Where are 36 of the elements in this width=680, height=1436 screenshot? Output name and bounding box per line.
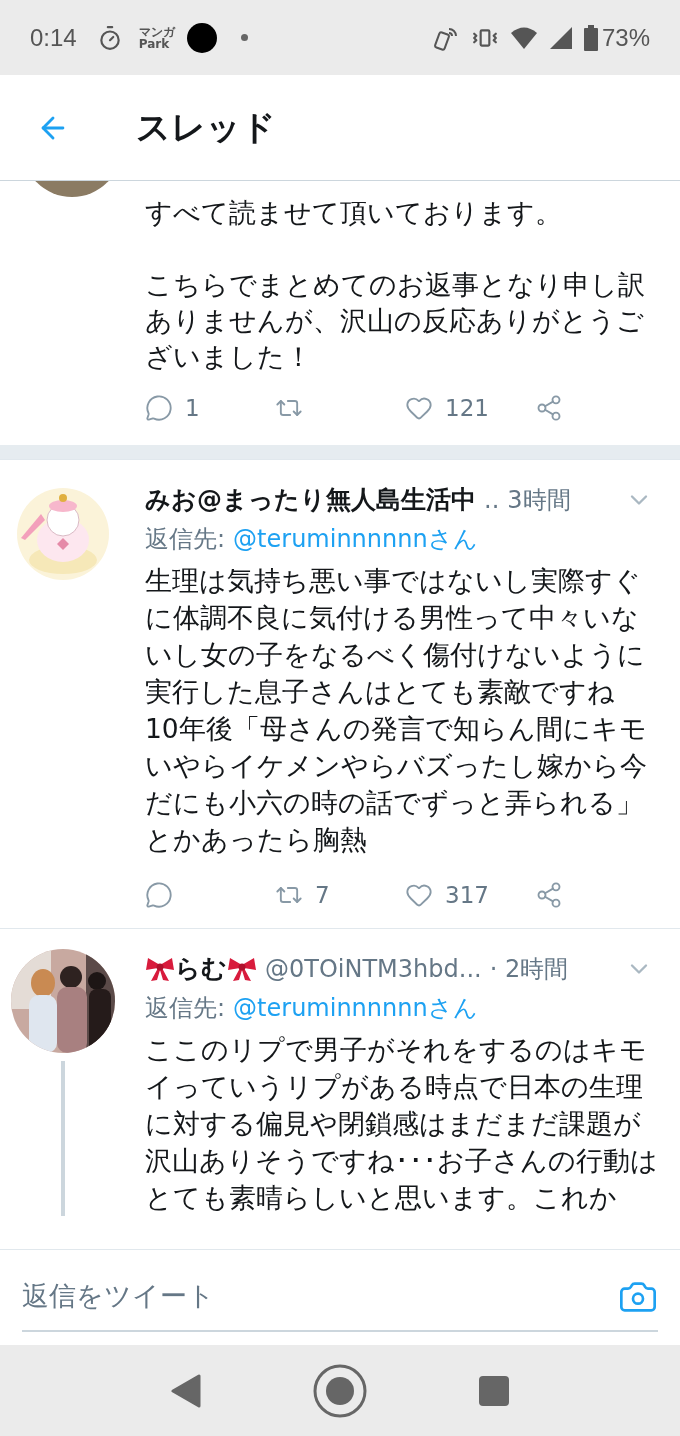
share-icon[interactable] xyxy=(535,394,563,422)
tweet-text: すべて読ませて頂いております。 xyxy=(145,196,563,230)
app-label: マンガ xyxy=(138,25,175,38)
ribbon-icon xyxy=(227,956,257,982)
battery-icon xyxy=(583,24,598,51)
battery-percent: 73% xyxy=(601,22,650,53)
count: 7 xyxy=(315,880,330,910)
tweet-time: 3時間 xyxy=(507,485,571,516)
user-handle: .. xyxy=(484,485,500,516)
signal-icon xyxy=(549,26,572,49)
reply-field[interactable]: 返信をツイート xyxy=(22,1263,658,1332)
header-title: スレッド xyxy=(136,106,276,149)
reply-icon[interactable] xyxy=(145,881,173,909)
tweet-text: ここのリプで男子がそれをするのはキモイっていうリプがある時点で日本の生理に対する偏見や閉鎖感はまだまだ課題が沢山ありそうですね･･･お子さんの行動はとても素晴らしいと思います。これか xyxy=(145,1033,659,1215)
tweet-text: 生理は気持ち悪い事ではないし実際すぐに体調不良に気付ける男性って中々いないし女の子をなるべく傷付けないように実行した息子さんはとても素敵ですね xyxy=(145,564,646,709)
back-nav-icon[interactable] xyxy=(171,1373,201,1408)
tweet-text: 10年後「母さんの発言で知らん間にキモいやらイケメンやらバズったし嫁から今だにも小六の時の話でずっと弄られる」とかあったら胸熱 xyxy=(145,712,648,857)
recents-nav-icon[interactable] xyxy=(479,1375,509,1406)
reply-label: 返信先: xyxy=(145,993,226,1024)
count: 317 xyxy=(445,880,489,910)
reply-icon[interactable] xyxy=(145,394,173,422)
clock: 0:14 xyxy=(30,22,77,53)
app-label: Park xyxy=(138,37,170,50)
share-icon[interactable] xyxy=(535,881,563,909)
reply-input[interactable]: 返信をツイート xyxy=(22,1276,618,1317)
reply-label: 返信先: xyxy=(145,524,226,555)
count: 121 xyxy=(445,393,489,423)
tweet-text: こちらでまとめてのお返事となり申し訳ありませんが、沢山の反応ありがとうございました！ xyxy=(145,268,646,374)
user-name[interactable]: みお@まったり無人島生活中 xyxy=(145,481,476,519)
wifi-icon xyxy=(509,25,538,50)
count: 1 xyxy=(185,393,200,423)
user-handle: @0TOiNTM3hbd... xyxy=(265,954,482,985)
home-nav-icon[interactable] xyxy=(313,1363,367,1418)
ribbon-icon xyxy=(145,956,175,982)
user-name[interactable]: らむ xyxy=(175,950,227,988)
tweet-time: · 2時間 xyxy=(489,954,569,985)
